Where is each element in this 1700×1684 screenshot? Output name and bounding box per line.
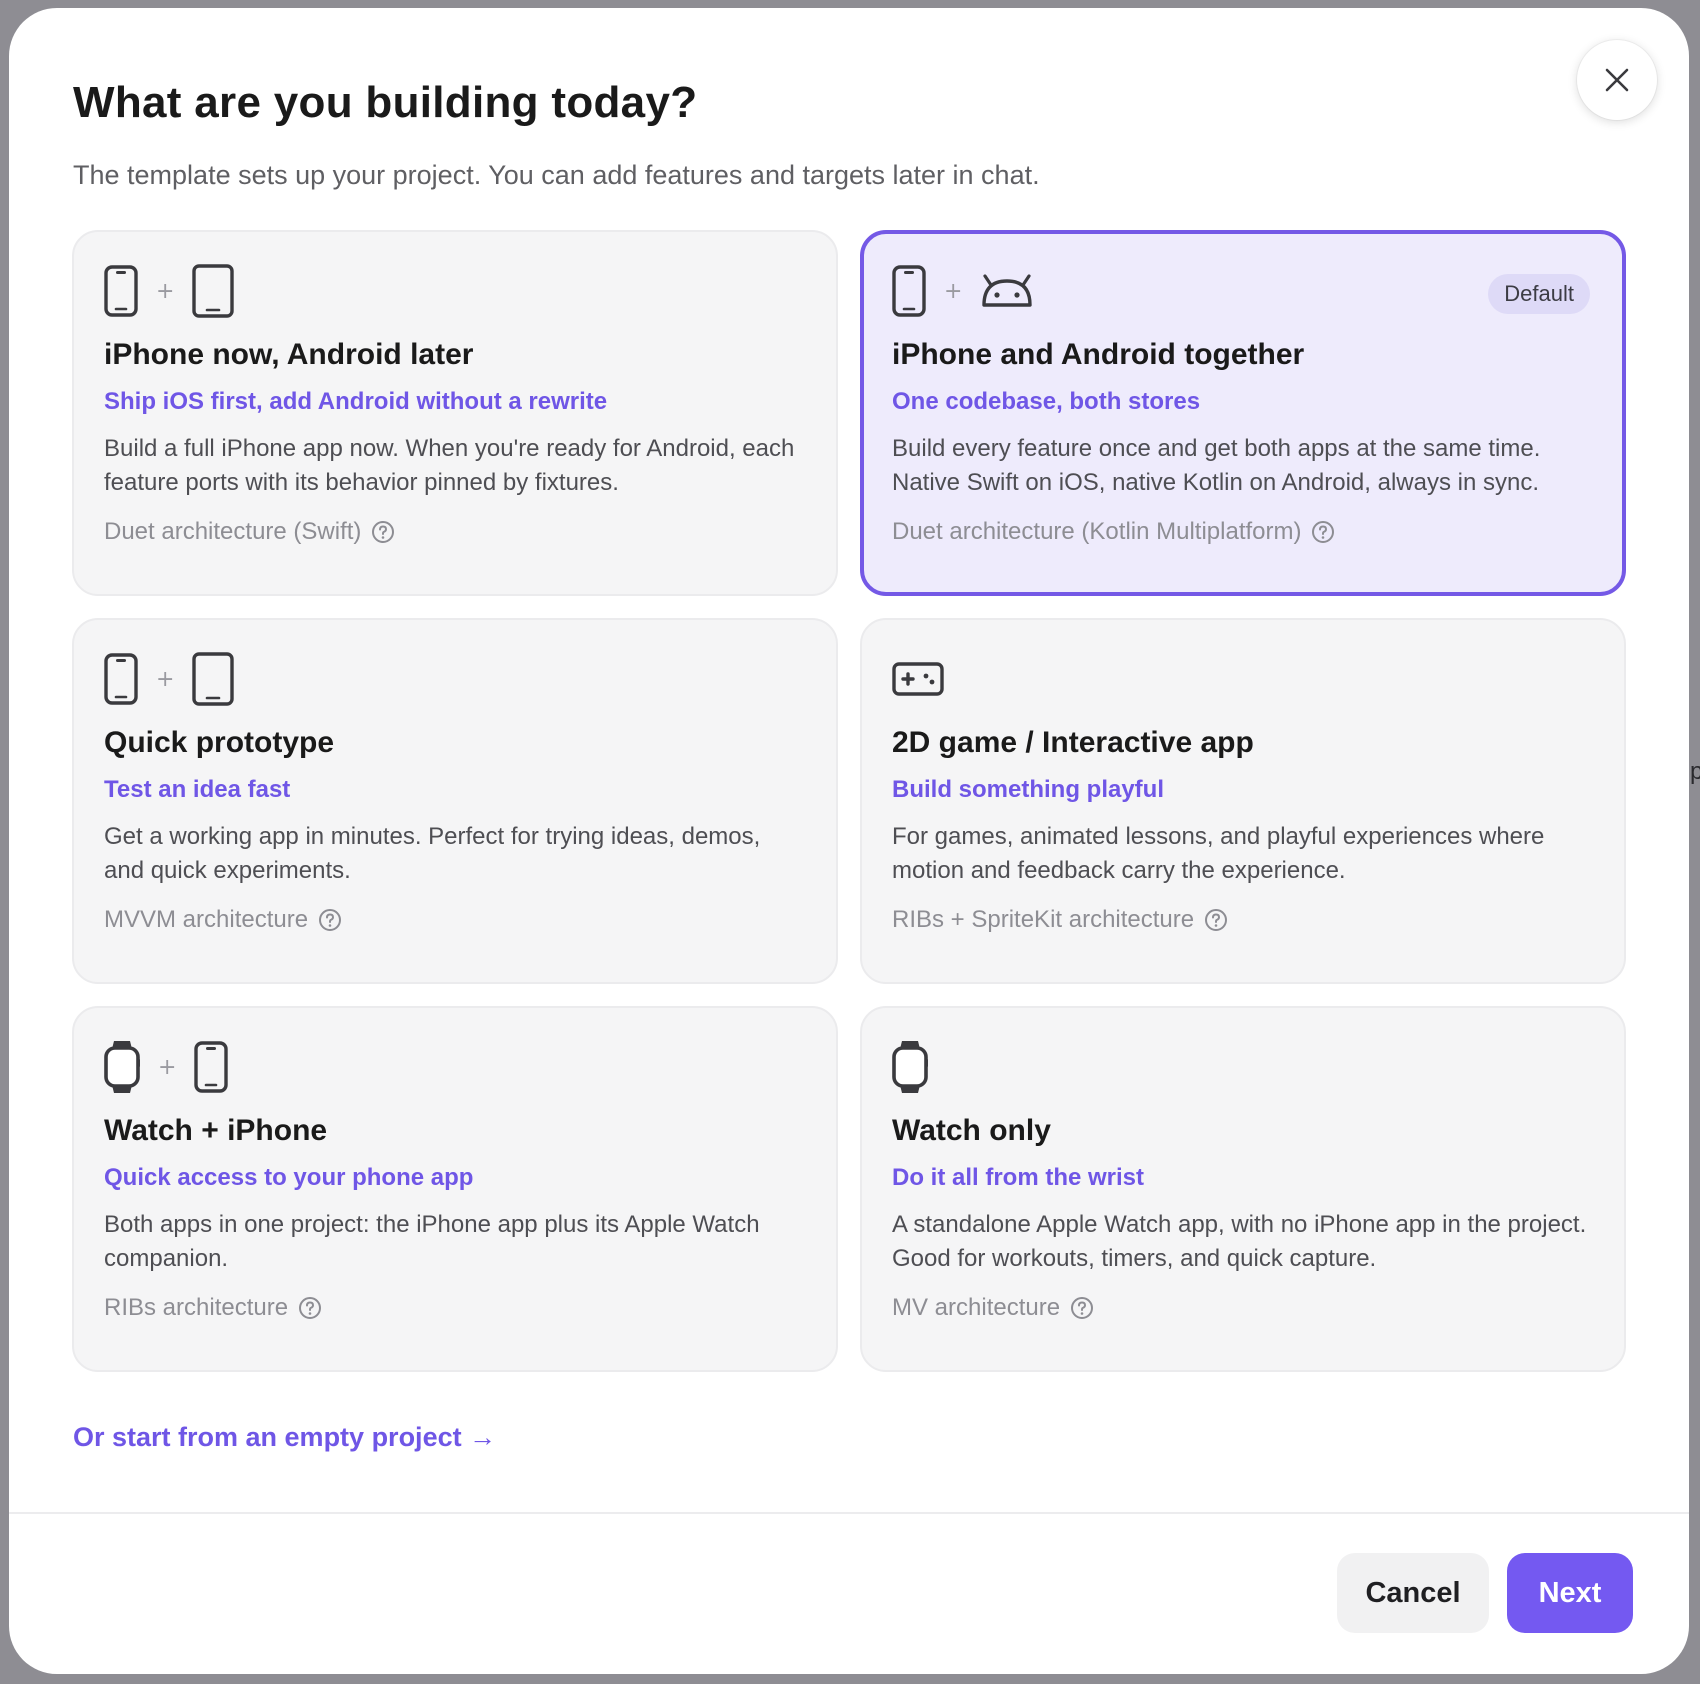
- backdrop-glyph: p: [1690, 758, 1700, 785]
- plus-icon: +: [158, 1054, 177, 1080]
- template-card[interactable]: Watch only Do it all from the wrist A stan…: [860, 1006, 1626, 1372]
- architecture-label: MVVM architecture: [104, 906, 309, 933]
- plus-icon: +: [156, 278, 175, 304]
- template-title: iPhone now, Android later: [104, 338, 474, 371]
- cancel-button[interactable]: Cancel: [1337, 1553, 1489, 1633]
- template-architecture: RIBs architecture: [104, 1294, 806, 1322]
- template-card[interactable]: 2D game / Interactive app Build something…: [860, 618, 1626, 984]
- template-description: Both apps in one project: the iPhone app…: [104, 1211, 760, 1272]
- gamepad-icon: [892, 662, 944, 696]
- architecture-label: RIBs + SpriteKit architecture: [892, 906, 1195, 933]
- phone-icon: [194, 1041, 229, 1093]
- architecture-label: MV architecture: [892, 1294, 1061, 1321]
- template-card[interactable]: + Default iPhone and Android together One c…: [860, 230, 1626, 596]
- dialog-subtitle: The template sets up your project. You c…: [73, 160, 1040, 190]
- architecture-label: RIBs architecture: [104, 1294, 289, 1321]
- dialog-title: What are you building today?: [73, 78, 698, 127]
- template-description: Build every feature once and get both ap…: [892, 435, 1541, 496]
- template-card[interactable]: + Watch + iPhone Quick access to your phon…: [72, 1006, 838, 1372]
- template-title: Watch + iPhone: [104, 1114, 328, 1147]
- template-title: 2D game / Interactive app: [892, 726, 1254, 759]
- template-tagline: Build something playful: [892, 776, 1165, 803]
- template-title: Watch only: [892, 1114, 1051, 1147]
- template-description: A standalone Apple Watch app, with no iP…: [892, 1211, 1587, 1272]
- template-icons: +: [104, 1036, 806, 1098]
- architecture-label: Duet architecture (Swift): [104, 518, 362, 545]
- plus-icon: +: [156, 666, 175, 692]
- architecture-label: Duet architecture (Kotlin Multiplatform): [892, 518, 1302, 545]
- template-architecture: RIBs + SpriteKit architecture: [892, 906, 1594, 934]
- template-grid: + iPhone now, Android later Ship iOS first…: [72, 230, 1630, 1372]
- template-tagline: One codebase, both stores: [892, 388, 1201, 415]
- help-icon[interactable]: [298, 1296, 322, 1320]
- phone-icon: [892, 265, 926, 317]
- phone-icon: [104, 653, 138, 705]
- help-icon[interactable]: [1204, 908, 1228, 932]
- template-architecture: MV architecture: [892, 1294, 1594, 1322]
- help-icon[interactable]: [1070, 1296, 1094, 1320]
- template-tagline: Ship iOS first, add Android without a re…: [104, 388, 608, 415]
- watch-icon: [104, 1039, 140, 1095]
- android-phone-icon: [192, 264, 235, 318]
- template-tagline: Quick access to your phone app: [104, 1164, 474, 1191]
- close-button[interactable]: [1577, 40, 1657, 120]
- template-description: For games, animated lessons, and playful…: [892, 823, 1545, 884]
- template-card[interactable]: + Quick prototype Test an idea fast Get a w…: [72, 618, 838, 984]
- template-card[interactable]: + iPhone now, Android later Ship iOS first…: [72, 230, 838, 596]
- template-title: Quick prototype: [104, 726, 335, 759]
- help-icon[interactable]: [1311, 520, 1335, 544]
- template-dialog: What are you building today? The templat…: [9, 8, 1689, 1674]
- plus-icon: +: [944, 278, 963, 304]
- default-badge: Default: [1488, 274, 1590, 314]
- template-architecture: MVVM architecture: [104, 906, 806, 934]
- phone-icon: [104, 265, 138, 317]
- template-icons: [892, 1036, 1594, 1098]
- template-description: Get a working app in minutes. Perfect fo…: [104, 823, 761, 884]
- template-tagline: Test an idea fast: [104, 776, 291, 803]
- empty-project-link[interactable]: Or start from an empty project →: [73, 1422, 496, 1453]
- template-icons: +: [104, 648, 806, 710]
- template-description: Build a full iPhone app now. When you're…: [104, 435, 795, 496]
- template-architecture: Duet architecture (Swift): [104, 518, 806, 546]
- watch-icon: [892, 1039, 928, 1095]
- footer-divider: [9, 1512, 1689, 1514]
- android-icon: [980, 273, 1034, 309]
- template-architecture: Duet architecture (Kotlin Multiplatform): [892, 518, 1594, 546]
- next-button[interactable]: Next: [1507, 1553, 1633, 1633]
- template-icons: [892, 648, 1594, 710]
- close-icon: [1605, 68, 1629, 92]
- template-tagline: Do it all from the wrist: [892, 1164, 1145, 1191]
- template-icons: +: [104, 260, 806, 322]
- help-icon[interactable]: [371, 520, 395, 544]
- android-phone-icon: [192, 652, 235, 706]
- help-icon[interactable]: [318, 908, 342, 932]
- template-title: iPhone and Android together: [892, 338, 1305, 371]
